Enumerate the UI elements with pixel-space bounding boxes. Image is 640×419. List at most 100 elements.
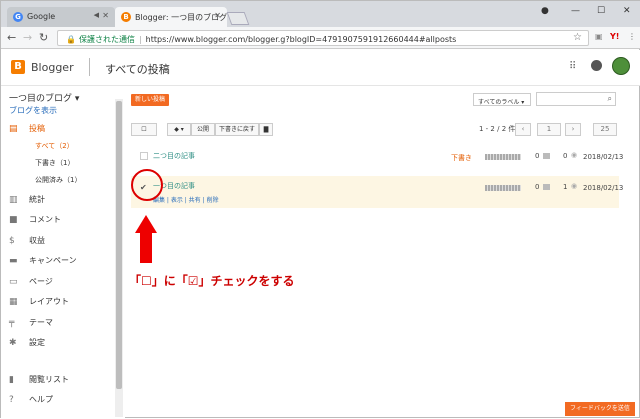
publish-button[interactable]: 公開: [191, 123, 215, 136]
sidebar-item-label: 投稿: [29, 124, 45, 133]
yahoo-extension-icon[interactable]: Y!: [610, 32, 619, 41]
layout-icon: ▦: [9, 297, 18, 307]
menu-icon[interactable]: ⋮: [628, 32, 636, 41]
comment-count: 0: [535, 183, 540, 191]
draft-badge: 下書き: [451, 154, 472, 162]
avatar[interactable]: [612, 57, 630, 75]
gear-icon: ✱: [9, 338, 17, 348]
apps-grid-icon[interactable]: ⠿: [569, 61, 576, 72]
author-name: [485, 185, 521, 191]
sidebar-item-layout[interactable]: ▦ レイアウト: [9, 296, 69, 307]
sidebar-sub-all[interactable]: すべて（2）: [35, 141, 74, 151]
view-blog-link[interactable]: ブログを表示: [9, 105, 57, 116]
eye-icon: ◉: [571, 151, 578, 159]
close-tab-icon[interactable]: ✕: [102, 11, 109, 20]
post-date: 2018/02/13: [583, 184, 624, 192]
sidebar-item-theme[interactable]: ╤ テーマ: [9, 317, 53, 328]
post-checkbox[interactable]: [140, 152, 148, 160]
close-tab-icon[interactable]: ✕: [214, 11, 221, 20]
help-icon: ?: [9, 395, 14, 405]
tab-blogger[interactable]: B Blogger: 一つ目のブログ · ✕: [115, 7, 227, 27]
sidebar-item-stats[interactable]: ▥ 統計: [9, 194, 45, 205]
secure-label: 保護された通信: [78, 35, 135, 44]
blogger-favicon-icon: B: [121, 12, 131, 22]
sidebar-item-label: キャンペーン: [29, 256, 77, 265]
bookmark-icon: ▮: [9, 375, 14, 385]
page-select[interactable]: 1: [537, 123, 561, 136]
new-post-button[interactable]: 新しい投稿: [131, 94, 169, 106]
select-all-checkbox[interactable]: ☐: [131, 123, 157, 136]
sidebar-item-label: テーマ: [29, 318, 53, 327]
comment-count: 0: [535, 152, 540, 160]
sidebar-item-settings[interactable]: ✱ 設定: [9, 337, 45, 348]
page-title: すべての投稿: [105, 63, 170, 76]
tab-bar: G Google ◀ ✕ B Blogger: 一つ目のブログ · ✕ ● — …: [1, 1, 640, 27]
per-page-select[interactable]: 25: [593, 123, 617, 136]
scrollbar-thumb[interactable]: [116, 101, 122, 389]
speaker-icon: ◀: [93, 11, 99, 19]
post-row[interactable]: ✔ 一つ目の記事 編集 | 表示 | 共有 | 削除 0 1 ◉ 2018/02…: [131, 176, 623, 208]
post-title[interactable]: 二つ目の記事: [153, 151, 195, 161]
extension-icon[interactable]: ▣: [595, 32, 603, 41]
back-icon[interactable]: ←: [7, 31, 16, 44]
url-input[interactable]: 🔒 保護された通信 | https://www.blogger.com/blogger…: [57, 30, 589, 46]
sidebar-item-earnings[interactable]: $ 収益: [9, 235, 45, 246]
eye-icon: ◉: [571, 182, 578, 190]
new-tab-button[interactable]: [226, 12, 250, 25]
post-row[interactable]: 二つ目の記事 下書き 0 0 ◉ 2018/02/13: [131, 145, 623, 173]
profile-icon[interactable]: ●: [541, 6, 549, 16]
reload-icon[interactable]: ↻: [39, 31, 48, 44]
maximize-icon[interactable]: ☐: [597, 6, 605, 16]
sidebar-item-label: 統計: [29, 195, 45, 204]
highlight-circle: [131, 169, 163, 201]
revert-to-draft-button[interactable]: 下書きに戻す: [215, 123, 259, 136]
blog-selector[interactable]: 一つ目のブログ ▾: [9, 91, 79, 104]
sidebar-item-reading-list[interactable]: ▮ 閲覧リスト: [9, 374, 69, 385]
label-menu-button[interactable]: ◆ ▾: [167, 123, 191, 136]
sidebar-item-comments[interactable]: ■ コメント: [9, 214, 61, 225]
instruction-annotation: 「☐」に「☑」チェックをする: [129, 274, 295, 288]
minimize-icon[interactable]: —: [571, 6, 580, 16]
blogger-header: B Blogger すべての投稿 ⠿: [1, 50, 640, 86]
lock-icon: 🔒: [66, 35, 76, 44]
forward-icon[interactable]: →: [23, 31, 32, 44]
sidebar-item-campaigns[interactable]: ▬ キャンペーン: [9, 255, 77, 266]
blogger-logo-icon[interactable]: B: [11, 60, 25, 74]
posts-icon: ▤: [9, 124, 18, 134]
address-bar: ← → ↻ 🔒 保護された通信 | https://www.blogger.com/b…: [1, 27, 640, 49]
close-window-icon[interactable]: ✕: [623, 6, 631, 16]
tab-title: Blogger: 一つ目のブログ ·: [135, 13, 227, 22]
tab-google[interactable]: G Google ◀ ✕: [7, 7, 115, 27]
sidebar-item-pages[interactable]: ▭ ページ: [9, 276, 53, 287]
sidebar-item-label: ページ: [29, 277, 53, 286]
sidebar-sub-drafts[interactable]: 下書き（1）: [35, 158, 74, 168]
search-input[interactable]: ⌕: [536, 92, 616, 106]
tab-title: Google: [27, 12, 56, 21]
sidebar-item-help[interactable]: ? ヘルプ: [9, 394, 53, 405]
post-date: 2018/02/13: [583, 153, 624, 161]
bookmark-star-icon[interactable]: ☆: [573, 32, 582, 43]
sidebar: 一つ目のブログ ▾ ブログを表示 ▤ 投稿 すべて（2） 下書き（1） 公開済み（…: [1, 87, 125, 419]
sidebar-item-label: 閲覧リスト: [29, 375, 69, 384]
prev-page-icon[interactable]: ‹: [515, 123, 531, 136]
brand-name[interactable]: Blogger: [31, 61, 74, 74]
sidebar-item-label: レイアウト: [29, 297, 69, 306]
search-icon: ⌕: [607, 94, 612, 103]
sidebar-sub-published[interactable]: 公開済み（1）: [35, 175, 81, 185]
google-favicon-icon: G: [13, 12, 23, 22]
notifications-icon[interactable]: [591, 60, 602, 71]
trash-icon[interactable]: ▇: [259, 123, 273, 136]
sidebar-item-label: コメント: [29, 215, 61, 224]
sidebar-item-label: 収益: [29, 236, 45, 245]
post-actions[interactable]: 編集 | 表示 | 共有 | 削除: [153, 195, 219, 204]
comment-icon: ■: [9, 215, 18, 225]
browser-window: G Google ◀ ✕ B Blogger: 一つ目のブログ · ✕ ● — …: [0, 0, 640, 419]
author-name: [485, 154, 521, 160]
feedback-button[interactable]: フィードバックを送信: [565, 402, 635, 416]
sidebar-item-posts[interactable]: ▤ 投稿: [9, 123, 45, 134]
next-page-icon[interactable]: ›: [565, 123, 581, 136]
comment-icon: [543, 153, 550, 159]
labels-select[interactable]: すべてのラベル ▾: [473, 93, 531, 106]
red-arrow-shaft: [140, 233, 152, 263]
view-count: 0: [563, 152, 568, 160]
